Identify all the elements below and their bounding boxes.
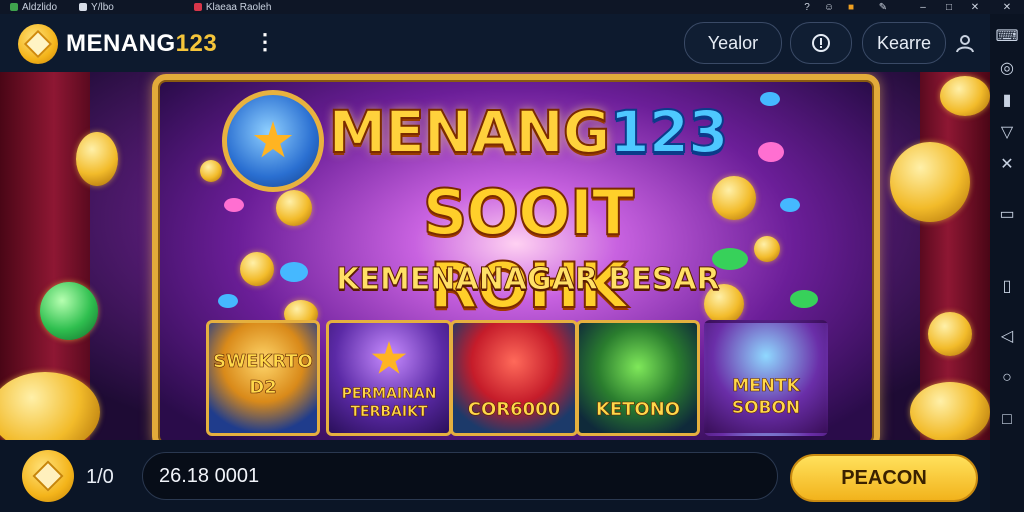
game-card-label: COR6000 [467,399,561,421]
header-button-label: Yealor [707,32,759,53]
os-tab-2[interactable]: Y/lbo [79,2,114,13]
close-icon[interactable]: ✕ [998,0,1016,14]
os-tab-label: Y/lbo [91,1,114,13]
back-icon[interactable]: ◁ [997,326,1017,346]
coin-icon [276,190,312,226]
recent-icon[interactable]: □ [997,410,1017,430]
gem-icon [780,198,800,212]
coin-icon[interactable] [22,450,74,502]
banner-title: MENANG123 [318,97,738,167]
game-card[interactable]: MENTK SOBON [704,320,828,436]
gem-icon [40,282,98,340]
game-card[interactable]: COR6000 [450,320,578,436]
star-badge [222,90,324,192]
action-button[interactable]: PEACON [790,454,978,502]
header-button-label: Kearre [876,32,932,53]
close-icon[interactable]: ✕ [966,0,984,14]
banner-title-number: 123 [608,97,729,167]
maximize-icon[interactable]: □ [940,0,958,14]
logo-coin-icon [18,24,58,64]
promo-banner[interactable]: MENANG123 SOOIT ROHK KEMENANAGAR BESAR S… [0,72,990,440]
shield-icon[interactable]: ▽ [997,122,1017,142]
coin-icon [928,312,972,356]
app-header: MENANG123 ⋮ Yealor Kearre [0,14,990,72]
coin-icon [754,236,780,262]
shuffle-icon[interactable]: ✕ [997,154,1017,174]
minimize-icon[interactable]: – [914,0,932,14]
warning-icon[interactable]: ■ [842,0,860,14]
emulator-sidebar: ⌨ ◎ ▮ ▽ ✕ ▭ ▯ ◁ ○ □ [990,14,1024,512]
gem-icon [224,198,244,212]
game-card-label: MENTK SOBON [731,376,801,419]
game-card[interactable]: SWEKRTO D2 [206,320,320,436]
header-button-1[interactable]: Yealor [684,22,782,64]
os-tab-3[interactable]: Klaeaa Raoleh [193,1,272,13]
banner-tagline: KEMENANAGAR BESAR [336,262,720,298]
logo[interactable]: MENANG123 [66,30,217,58]
info-icon [812,34,830,52]
banner-title-text: MENANG [328,97,612,167]
coin-icon [940,76,990,116]
logo-number: 123 [175,30,218,57]
camera-icon[interactable]: ◎ [997,58,1017,78]
settings-icon[interactable]: ✎ [874,0,892,14]
tablet-icon[interactable]: ▭ [997,204,1017,224]
keyboard-icon[interactable]: ⌨ [995,26,1018,46]
game-card[interactable]: KETONO [576,320,700,436]
os-tab-label: Klaeaa Raoleh [205,1,272,13]
more-vertical-icon[interactable]: ⋮ [254,29,276,55]
home-icon[interactable]: ○ [997,368,1017,388]
game-card[interactable]: PERMAINAN TERBAIKT [326,320,452,436]
help-icon[interactable]: ? [798,0,816,14]
info-button[interactable] [790,22,852,64]
coin-icon [200,160,222,182]
record-icon[interactable]: ▮ [997,90,1017,110]
user-icon[interactable] [954,32,976,54]
game-card-label: KETONO [595,399,681,421]
coin-icon [76,132,118,186]
os-tab-label: Aldzlido [22,1,58,13]
os-tab-bar: Aldzlido Y/lbo Klaeaa Raoleh ? ☺ ■ ✎ – □… [0,0,1024,14]
star-icon [253,121,293,158]
coin-count: 1/0 [86,466,114,488]
window-icon [79,3,88,11]
browser-tab-icon [193,3,202,11]
gem-icon [760,92,780,106]
gem-icon [790,290,818,308]
device-icon[interactable]: ▯ [997,276,1017,296]
banner-subtitle: SOOIT ROHK [422,175,635,323]
gem-icon [758,142,784,162]
logo-text: MENANG [66,30,176,57]
amount-input[interactable]: 26.18 0001 [142,452,778,500]
header-button-3[interactable]: Kearre [862,22,946,64]
star-icon [371,341,407,374]
user-icon[interactable]: ☺ [820,0,838,14]
action-button-label: PEACON [841,466,927,489]
gem-icon [218,294,238,308]
game-card-label: PERMAINAN TERBAIKT [341,386,437,421]
coin-icon [910,382,990,440]
coin-icon [240,252,274,286]
os-tab-1[interactable]: Aldzlido [10,2,57,13]
gem-icon [280,262,308,282]
game-card-label: SWEKRTO D2 [213,351,313,399]
coin-icon [890,142,970,222]
amount-value: 26.18 0001 [159,464,260,487]
bottom-bar: 1/0 26.18 0001 PEACON [0,440,990,512]
app-icon [10,3,18,11]
